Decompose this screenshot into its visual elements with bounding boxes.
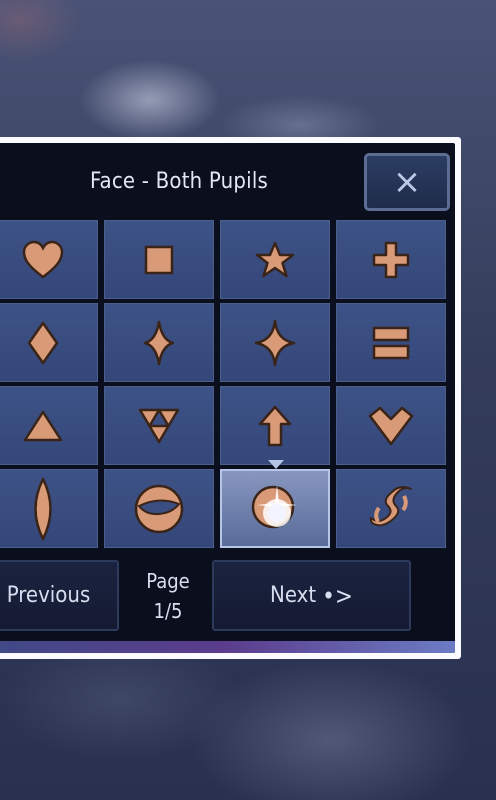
- previous-label: Previous: [6, 583, 91, 608]
- page-number: 1/5: [153, 599, 183, 623]
- pupil-option-plus[interactable]: [336, 220, 446, 299]
- pupil-option-planet-ring[interactable]: [104, 469, 214, 548]
- pupil-option-sparkle[interactable]: [220, 303, 330, 382]
- pupil-option-square[interactable]: [104, 220, 214, 299]
- pupil-option-vertical-oval[interactable]: [0, 469, 98, 548]
- close-button[interactable]: ×: [364, 153, 450, 211]
- pupil-option-up-arrow[interactable]: [220, 386, 330, 465]
- pupil-option-heart-chevron[interactable]: [336, 386, 446, 465]
- plus-icon: [372, 241, 410, 278]
- pupil-option-double-bar[interactable]: [336, 303, 446, 382]
- pupil-selector-panel: Face - Both Pupils × Previous Page 1/5 N…: [0, 137, 461, 659]
- vertical-oval-icon: [34, 477, 52, 540]
- page-indicator: Page 1/5: [138, 563, 198, 629]
- next-button[interactable]: Next •>: [212, 560, 411, 631]
- page-label: Page: [146, 569, 190, 593]
- pupil-option-four-point-diamond[interactable]: [104, 303, 214, 382]
- title-bar: Face - Both Pupils: [0, 151, 360, 211]
- pupil-option-star[interactable]: [220, 220, 330, 299]
- pupil-option-triforce[interactable]: [104, 386, 214, 465]
- bottom-accent-strip: [0, 641, 455, 653]
- sparkle-sun-icon: [251, 484, 297, 528]
- dialog-title: Face - Both Pupils: [89, 168, 269, 194]
- panel-body: Face - Both Pupils × Previous Page 1/5 N…: [0, 143, 455, 653]
- pupil-option-diamond[interactable]: [0, 303, 98, 382]
- four-point-diamond-icon: [143, 320, 175, 365]
- pupil-options-grid: [0, 220, 450, 550]
- diamond-icon: [27, 321, 59, 364]
- double-bar-icon: [372, 326, 410, 359]
- chevron-right-icon: •>: [322, 581, 353, 610]
- pupil-option-sparkle-sun[interactable]: [220, 460, 330, 548]
- sparkle-icon: [254, 319, 296, 366]
- heart-icon: [22, 240, 64, 279]
- previous-button[interactable]: Previous: [0, 560, 119, 631]
- heart-chevron-icon: [368, 406, 414, 445]
- next-label: Next: [270, 583, 317, 608]
- triforce-icon: [138, 408, 180, 443]
- swirl-s-icon: [369, 485, 412, 526]
- pupil-option-triangle[interactable]: [0, 386, 98, 465]
- pupil-option-heart[interactable]: [0, 220, 98, 299]
- selected-indicator-triangle: [268, 460, 284, 469]
- planet-ring-icon: [134, 484, 184, 533]
- square-icon: [144, 245, 174, 274]
- close-icon: ×: [392, 162, 422, 202]
- pupil-option-swirl-s[interactable]: [336, 469, 446, 548]
- up-arrow-icon: [258, 405, 292, 446]
- triangle-icon: [23, 410, 63, 441]
- star-icon: [255, 241, 295, 277]
